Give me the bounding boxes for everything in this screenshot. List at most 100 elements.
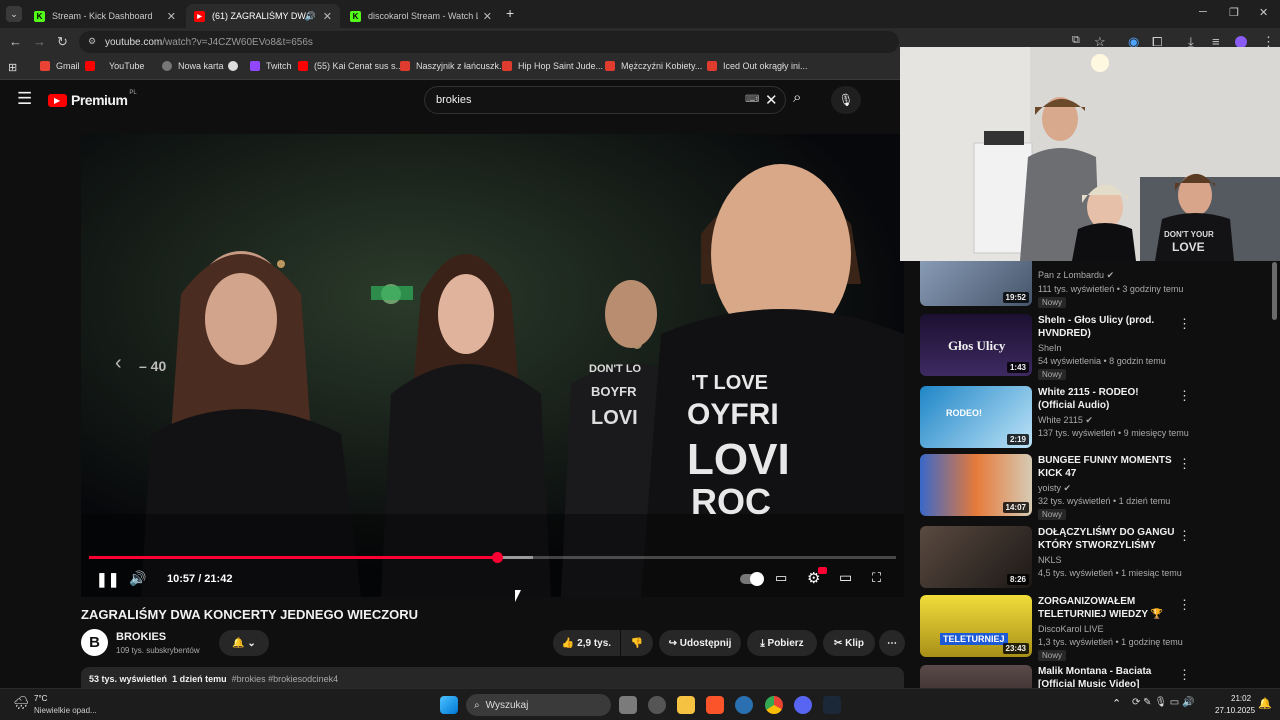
more-actions-button[interactable]: ⋯	[879, 630, 905, 656]
close-window-icon[interactable]: ✕	[1259, 6, 1268, 19]
more-options-icon[interactable]: ⋮	[1178, 667, 1191, 683]
video-thumbnail[interactable]: 8:26	[920, 526, 1032, 588]
recommendation-item[interactable]: RODEO! 2:19 White 2115 - RODEO! (Officia…	[920, 386, 1275, 452]
start-button[interactable]	[440, 696, 458, 714]
bookmark-hiphop[interactable]: Hip Hop Saint Jude...	[502, 61, 603, 71]
video-player[interactable]: DON'T LO BOYFR LOVI 'T LOVE OYFRI LOVI R…	[81, 134, 904, 597]
file-explorer-icon[interactable]	[677, 696, 695, 714]
video-title[interactable]: Malik Montana - Baciata [Official Music …	[1038, 665, 1178, 688]
close-tab-icon[interactable]: ✕	[483, 10, 492, 23]
brave-icon[interactable]	[706, 696, 724, 714]
back-icon[interactable]: ←	[9, 34, 22, 49]
channel-avatar[interactable]: B	[81, 629, 108, 656]
video-title[interactable]: ZORGANIZOWAŁEM TELETURNIEJ WIEDZY 🏆	[1038, 595, 1178, 621]
more-options-icon[interactable]: ⋮	[1178, 388, 1191, 404]
tab-search-button[interactable]: ⌄	[6, 6, 22, 22]
tab-youtube-video[interactable]: ▶ (61) ZAGRALIŚMY DWA KO 🔊 ✕	[186, 4, 340, 28]
keyboard-icon[interactable]: ⌨	[745, 94, 759, 105]
video-title[interactable]: BUNGEE FUNNY MOMENTS KICK 47	[1038, 454, 1178, 480]
recommendation-item[interactable]: 8:26 DOŁĄCZYLIŚMY DO GANGU KTÓRY STWORZY…	[920, 526, 1275, 592]
steam-icon[interactable]	[823, 696, 841, 714]
bookmark-mezczyzni[interactable]: Mężczyźni Kobiety...	[605, 61, 702, 71]
notification-icon[interactable]: 🔔	[1258, 697, 1272, 710]
tray-chevron-icon[interactable]: ⌃	[1112, 697, 1121, 710]
address-bar[interactable]: ⚙ youtube.com/watch?v=J4CZW60EVo8&t=656s	[79, 31, 899, 53]
reload-icon[interactable]: ↻	[57, 34, 68, 50]
description-box[interactable]: 53 tys. wyświetleń 1 dzień temu #brokies…	[81, 667, 904, 688]
video-thumbnail[interactable]: Głos Ulicy 1:43	[920, 314, 1032, 376]
bookmark-gmail[interactable]: Gmail	[40, 61, 80, 71]
speaker-icon[interactable]: 🔊	[305, 11, 316, 22]
channel-name[interactable]: NKLS	[1038, 555, 1062, 565]
video-title[interactable]: DOŁĄCZYLIŚMY DO GANGU KTÓRY STWORZYLIŚMY	[1038, 526, 1178, 552]
tray-icons[interactable]: ⟳ ✎ 🎙 ▭ 🔊	[1132, 697, 1194, 708]
channel-name[interactable]: BROKIES	[116, 631, 166, 643]
dislike-button[interactable]: 👎	[621, 630, 653, 656]
clock-time[interactable]: 21:02	[1231, 694, 1251, 703]
bookmark-youtube[interactable]: YouTube	[85, 61, 144, 71]
fullscreen-icon[interactable]: ⛶	[872, 570, 881, 586]
new-tab-button[interactable]: +	[506, 5, 514, 21]
discord-icon[interactable]	[794, 696, 812, 714]
notifications-button[interactable]: 🔔 ⌄	[219, 630, 269, 656]
subtitles-icon[interactable]: ▭	[775, 570, 787, 586]
app-icon[interactable]	[648, 696, 666, 714]
taskbar-search[interactable]: ⌕ Wyszukaj	[466, 694, 611, 716]
pause-icon[interactable]: ❚❚	[96, 571, 119, 588]
tab-kick-dashboard[interactable]: K Stream - Kick Dashboard ✕	[26, 4, 184, 28]
clock-date[interactable]: 27.10.2025	[1215, 706, 1255, 715]
channel-name[interactable]: yoisty ✔	[1038, 483, 1071, 494]
apps-grid-icon[interactable]: ⊞	[8, 61, 17, 74]
clip-button[interactable]: ✂ Klip	[823, 630, 875, 656]
share-button[interactable]: ↪ Udostępnij	[659, 630, 741, 656]
channel-name[interactable]: SheIn	[1038, 343, 1062, 353]
weather-icon[interactable]: 🌧	[13, 695, 30, 711]
more-options-icon[interactable]: ⋮	[1178, 597, 1191, 613]
theater-mode-icon[interactable]: ▭	[839, 569, 852, 586]
channel-name[interactable]: White 2115 ✔	[1038, 415, 1093, 426]
bookmark-iced-out[interactable]: Iced Out okrągły ini...	[707, 61, 808, 71]
video-title[interactable]: SheIn - Głos Ulicy (prod. HVNDRED)	[1038, 314, 1178, 340]
ccleaner-icon[interactable]	[735, 696, 753, 714]
task-view-icon[interactable]	[619, 696, 637, 714]
close-tab-icon[interactable]: ✕	[167, 10, 176, 23]
bookmark-twitch[interactable]: Twitch	[250, 61, 292, 71]
video-thumbnail[interactable]: TELETURNIEJ 23:43	[920, 595, 1032, 657]
restore-icon[interactable]: ❐	[1229, 6, 1239, 19]
bookmark-naszyjnik[interactable]: Naszyjnik z łańcuszk...	[400, 61, 507, 71]
autoplay-toggle[interactable]	[740, 572, 764, 586]
video-thumbnail[interactable]: RODEO! 2:19	[920, 386, 1032, 448]
cast-icon[interactable]: ⧉	[1072, 34, 1080, 47]
more-options-icon[interactable]: ⋮	[1178, 456, 1191, 472]
clear-search-icon[interactable]: ✕	[765, 91, 778, 109]
forward-icon[interactable]: →	[33, 34, 46, 49]
tab-kick-stream[interactable]: K discokarol Stream - Watch Live ✕	[342, 4, 500, 28]
close-tab-icon[interactable]: ✕	[323, 10, 332, 23]
hamburger-menu-icon[interactable]: ☰	[17, 89, 32, 109]
minimize-icon[interactable]: ─	[1199, 6, 1207, 18]
recommendation-item[interactable]: 14:07 BUNGEE FUNNY MOMENTS KICK 47 yoist…	[920, 454, 1275, 520]
progress-scrubber[interactable]	[491, 552, 503, 563]
more-options-icon[interactable]: ⋮	[1178, 528, 1191, 544]
recommendation-item[interactable]: TELETURNIEJ 23:43 ZORGANIZOWAŁEM TELETUR…	[920, 595, 1275, 661]
youtube-premium-logo[interactable]: ▶ Premium PL	[48, 90, 137, 108]
channel-name[interactable]: Pan z Lombardu ✔	[1038, 270, 1114, 281]
download-button[interactable]: ⤓ Pobierz	[747, 630, 817, 656]
chrome-icon[interactable]	[765, 696, 783, 714]
site-info-icon[interactable]: ⚙	[88, 36, 96, 47]
search-icon[interactable]: ⌕	[793, 89, 801, 106]
recommendation-item[interactable]: Głos Ulicy 1:43 SheIn - Głos Ulicy (prod…	[920, 314, 1275, 380]
progress-track[interactable]	[89, 552, 896, 563]
like-button[interactable]: 👍 2,9 tys.	[553, 630, 620, 656]
recommendation-item[interactable]: Malik Montana - Baciata [Official Music …	[920, 665, 1275, 688]
search-input[interactable]: brokies ⌨ ✕	[424, 86, 786, 114]
video-thumbnail[interactable]	[920, 665, 1032, 688]
voice-search-icon[interactable]: 🎙	[831, 86, 861, 114]
volume-icon[interactable]: 🔊	[129, 570, 146, 587]
apple-icon[interactable]	[228, 61, 244, 71]
video-thumbnail[interactable]: 14:07	[920, 454, 1032, 516]
bookmark-new-tab[interactable]: Nowa karta	[162, 61, 224, 71]
channel-name[interactable]: DiscoKarol LIVE	[1038, 624, 1104, 634]
sidebar-scrollbar[interactable]	[1272, 262, 1277, 320]
bookmark-kai-cenat[interactable]: (55) Kai Cenat sus s...	[298, 61, 403, 71]
